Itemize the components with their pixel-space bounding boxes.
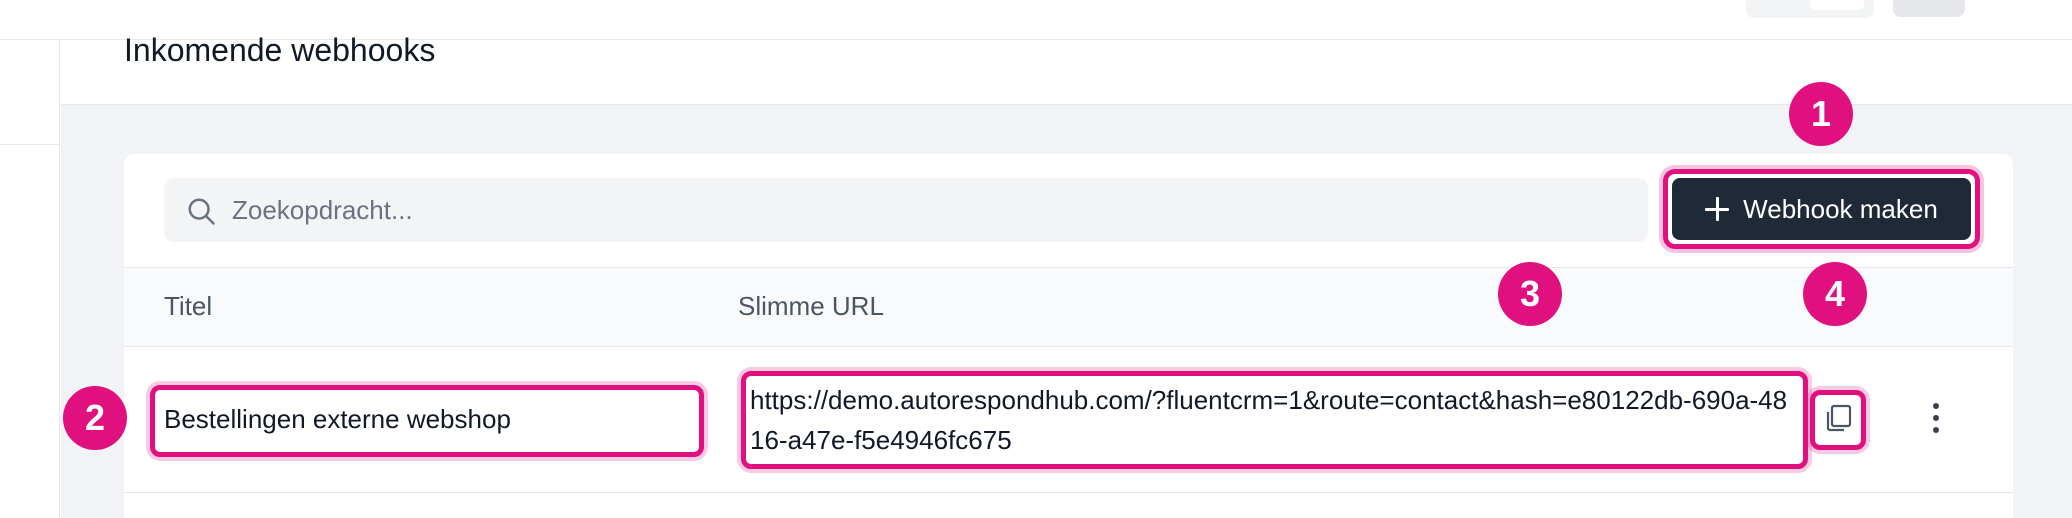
column-header-smart-url: Slimme URL	[738, 291, 884, 321]
annotation-badge-3: 3	[1498, 262, 1562, 326]
copy-url-button[interactable]	[1818, 398, 1858, 442]
sidebar-divider	[0, 144, 60, 145]
top-toggle-active[interactable]	[1810, 0, 1864, 10]
annotation-badge-2: 2	[63, 386, 127, 450]
annotation-badge-4: 4	[1803, 262, 1867, 326]
top-action-button[interactable]	[1893, 0, 1965, 17]
sidebar	[0, 40, 60, 518]
table-header	[124, 267, 2013, 347]
more-vertical-icon	[1933, 403, 1939, 433]
row-more-button[interactable]	[1922, 398, 1950, 438]
column-header-title: Titel	[164, 291, 213, 321]
page-title: Inkomende webhooks	[124, 32, 436, 68]
make-webhook-button[interactable]: Webhook maken	[1672, 178, 1971, 240]
make-webhook-label: Webhook maken	[1743, 193, 1938, 224]
search-input[interactable]	[232, 186, 1632, 234]
row-title[interactable]: Bestellingen externe webshop	[164, 404, 511, 435]
search-icon	[188, 198, 215, 225]
page-header: Inkomende webhooks	[61, 32, 2072, 105]
row-smart-url: https://demo.autorespondhub.com/?fluentc…	[750, 385, 1788, 455]
plus-icon	[1705, 197, 1730, 221]
annotation-badge-1: 1	[1789, 82, 1853, 146]
copy-icon	[1826, 404, 1852, 432]
